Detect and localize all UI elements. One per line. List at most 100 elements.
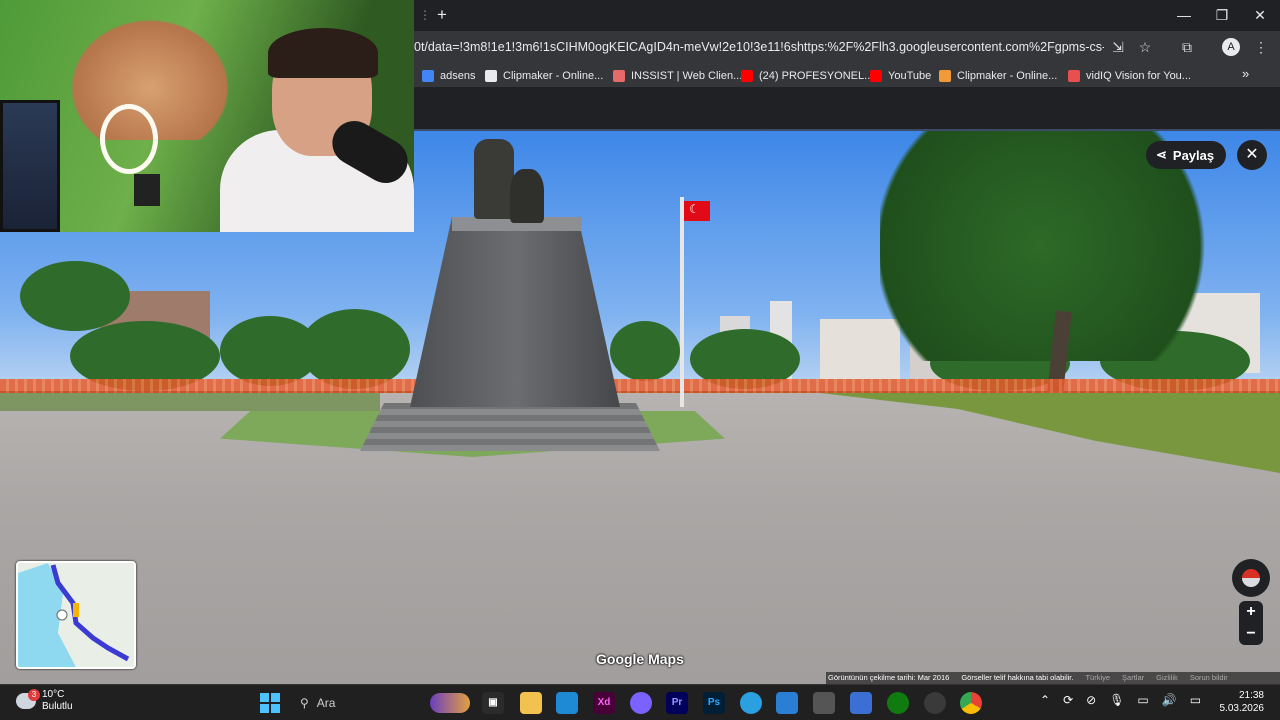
copilot-icon[interactable]	[630, 692, 652, 714]
zoom-out-button[interactable]: −	[1239, 623, 1263, 645]
notes-icon[interactable]	[850, 692, 872, 714]
weather-temp: 10°C	[42, 689, 65, 700]
monitor	[0, 100, 60, 232]
edge-icon[interactable]	[740, 692, 762, 714]
store-icon[interactable]	[776, 692, 798, 714]
bookmark-label: (24) PROFESYONEL...	[759, 70, 874, 82]
bookmark-vidiq[interactable]: vidIQ Vision for You...	[1068, 68, 1191, 84]
volume-icon[interactable]: 🔊	[1162, 693, 1177, 707]
mini-map-graphic	[18, 563, 130, 667]
bookmark-adsens[interactable]: adsens	[422, 68, 475, 84]
country-label: Türkiye	[1085, 673, 1111, 682]
close-street-view-button[interactable]: ✕	[1237, 140, 1267, 170]
search-highlight-art	[430, 693, 470, 713]
date: 5.03.2026	[1219, 703, 1265, 714]
windows-logo-tile	[271, 704, 280, 713]
bookmark-profesyonel[interactable]: (24) PROFESYONEL...	[741, 68, 873, 84]
vscode-icon[interactable]	[556, 692, 578, 714]
extensions-icon[interactable]: ⧉	[1178, 38, 1196, 56]
search-icon: ⚲	[300, 696, 309, 710]
inssist-icon	[613, 70, 625, 82]
capture-date: Görüntünün çekilme tarihi: Mar 2016	[828, 673, 950, 682]
grass-left	[0, 393, 380, 411]
compass-icon[interactable]	[1232, 559, 1270, 597]
weather-text: 10°C Bulutlu	[42, 689, 73, 713]
webcam-overlay	[0, 0, 414, 232]
bookmark-label: adsens	[440, 70, 476, 82]
system-tray: ⌃ ⟳ ⊘ 🎙 ▭ 🔊 ▭	[1040, 693, 1201, 707]
clock[interactable]: 21:38 5.03.2026	[1218, 689, 1265, 715]
obs-icon[interactable]	[924, 692, 946, 714]
start-button[interactable]	[260, 693, 280, 713]
report-link[interactable]: Sorun bildir	[1190, 672, 1228, 684]
file-explorer-icon[interactable]	[520, 692, 542, 714]
new-tab-button[interactable]: +	[432, 5, 452, 25]
windows-logo-tile	[271, 693, 280, 702]
bookmark-label: vidIQ Vision for You...	[1086, 70, 1191, 82]
turkish-flag	[684, 201, 710, 221]
share-label: Paylaş	[1172, 147, 1215, 163]
share-button[interactable]: ⋖ Paylaş	[1146, 141, 1226, 169]
windows-logo-tile	[260, 704, 269, 713]
tab-separator: ⋮	[419, 8, 431, 22]
profile-avatar[interactable]: A	[1222, 38, 1240, 56]
mini-map[interactable]	[16, 561, 136, 669]
network-off-icon[interactable]: ⊘	[1086, 693, 1096, 707]
search-label: Ara	[316, 696, 336, 710]
adobe-xd-icon[interactable]: Xd	[593, 692, 615, 714]
statue-figure	[474, 139, 514, 219]
copyright-link[interactable]: Görseller telif hakkına tabi olabilir.	[961, 672, 1073, 684]
adsense-icon	[422, 70, 434, 82]
bookmark-label: Clipmaker - Online...	[957, 70, 1058, 82]
mug	[134, 174, 160, 206]
microphone-icon[interactable]: 🎙	[1109, 693, 1124, 707]
restore-button[interactable]: ❐	[1208, 4, 1236, 26]
battery-icon[interactable]: ▭	[1190, 693, 1201, 707]
close-window-button[interactable]: ✕	[1246, 4, 1274, 26]
bookmark-clipmaker-2[interactable]: Clipmaker - Online...	[939, 68, 1057, 84]
minimize-button[interactable]: —	[1170, 4, 1198, 26]
time: 21:38	[1238, 690, 1264, 701]
ring-light	[100, 104, 158, 174]
bookmark-clipmaker-1[interactable]: Clipmaker - Online...	[485, 68, 603, 84]
weather-widget[interactable]: 3 10°C Bulutlu	[16, 689, 73, 713]
bookmarks-overflow-button[interactable]: »	[1242, 66, 1249, 81]
cloud-icon: 3	[16, 689, 40, 709]
chrome-icon[interactable]	[960, 692, 982, 714]
zoom-in-button[interactable]: +	[1239, 601, 1263, 623]
youtube-icon	[741, 70, 753, 82]
youtube-icon	[870, 70, 882, 82]
terms-link[interactable]: Şartlar	[1122, 672, 1144, 684]
windows-logo-tile	[260, 693, 269, 702]
street-view-footer: Görüntünün çekilme tarihi: Mar 2016 Görs…	[826, 672, 1280, 684]
sync-icon[interactable]: ⟳	[1063, 693, 1073, 707]
taskbar-search[interactable]: ⚲ Ara	[292, 689, 472, 717]
clipmaker-icon	[485, 70, 497, 82]
photoshop-icon[interactable]: Ps	[703, 692, 725, 714]
install-app-icon[interactable]: ⇲	[1109, 38, 1127, 56]
tree	[300, 309, 410, 389]
flag-pole	[680, 197, 684, 407]
google-maps-logo: Google Maps	[596, 651, 684, 667]
zoom-control: + −	[1239, 601, 1263, 645]
menu-kebab-icon[interactable]: ⋮	[1252, 38, 1270, 56]
notification-badge: 3	[28, 689, 40, 701]
bookmark-youtube[interactable]: YouTube	[870, 68, 931, 84]
vidiq-icon	[1068, 70, 1080, 82]
bookmark-label: INSSIST | Web Clien...	[631, 70, 743, 82]
unity-icon[interactable]	[813, 692, 835, 714]
privacy-link[interactable]: Gizlilik	[1156, 672, 1178, 684]
person-hair	[268, 28, 378, 78]
bookmark-label: Clipmaker - Online...	[503, 70, 604, 82]
task-view-icon[interactable]: ▣	[482, 692, 504, 714]
address-bar[interactable]: 0t/data=!3m8!1e1!3m6!1sCIHM0ogKEICAgID4n…	[414, 40, 1104, 54]
clipmaker-icon	[939, 70, 951, 82]
premiere-icon[interactable]: Pr	[666, 692, 688, 714]
display-icon[interactable]: ▭	[1137, 693, 1148, 707]
xbox-icon[interactable]	[887, 692, 909, 714]
tree	[20, 261, 130, 331]
tray-chevron-icon[interactable]: ⌃	[1040, 693, 1050, 707]
bookmark-inssist[interactable]: INSSIST | Web Clien...	[613, 68, 742, 84]
bookmark-star-icon[interactable]: ☆	[1136, 38, 1154, 56]
windows-taskbar: 3 10°C Bulutlu ⚲ Ara ▣ Xd Pr Ps ⌃ ⟳ ⊘ 🎙 …	[0, 684, 1280, 720]
